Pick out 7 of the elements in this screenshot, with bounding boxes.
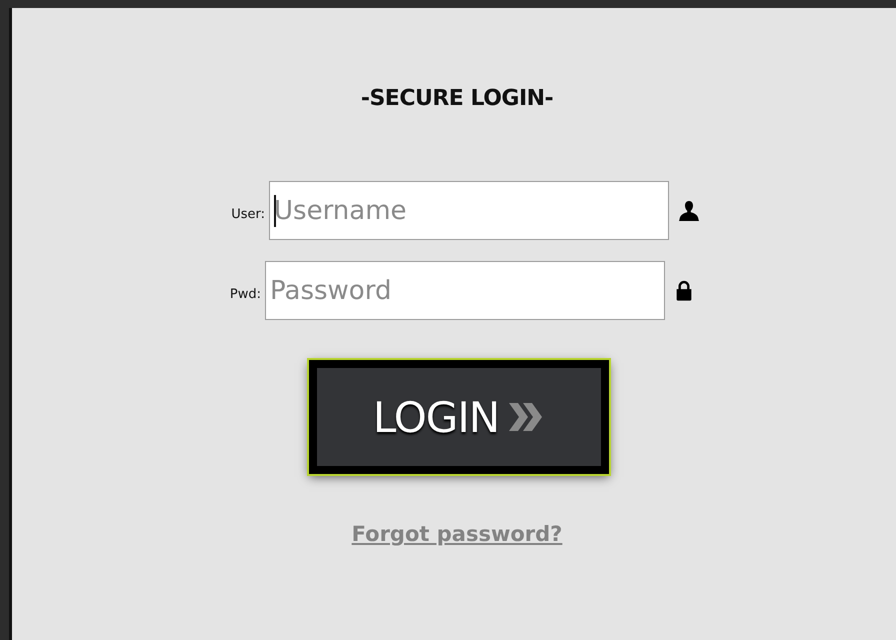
user-icon	[677, 198, 701, 222]
login-button[interactable]: LOGIN	[309, 360, 609, 474]
username-field[interactable]: Username	[269, 181, 669, 240]
login-title: -SECURE LOGIN-	[360, 86, 554, 111]
field-label: Pwd:	[228, 287, 261, 302]
password-field[interactable]: Password	[265, 261, 665, 320]
field-label: User:	[230, 207, 265, 222]
